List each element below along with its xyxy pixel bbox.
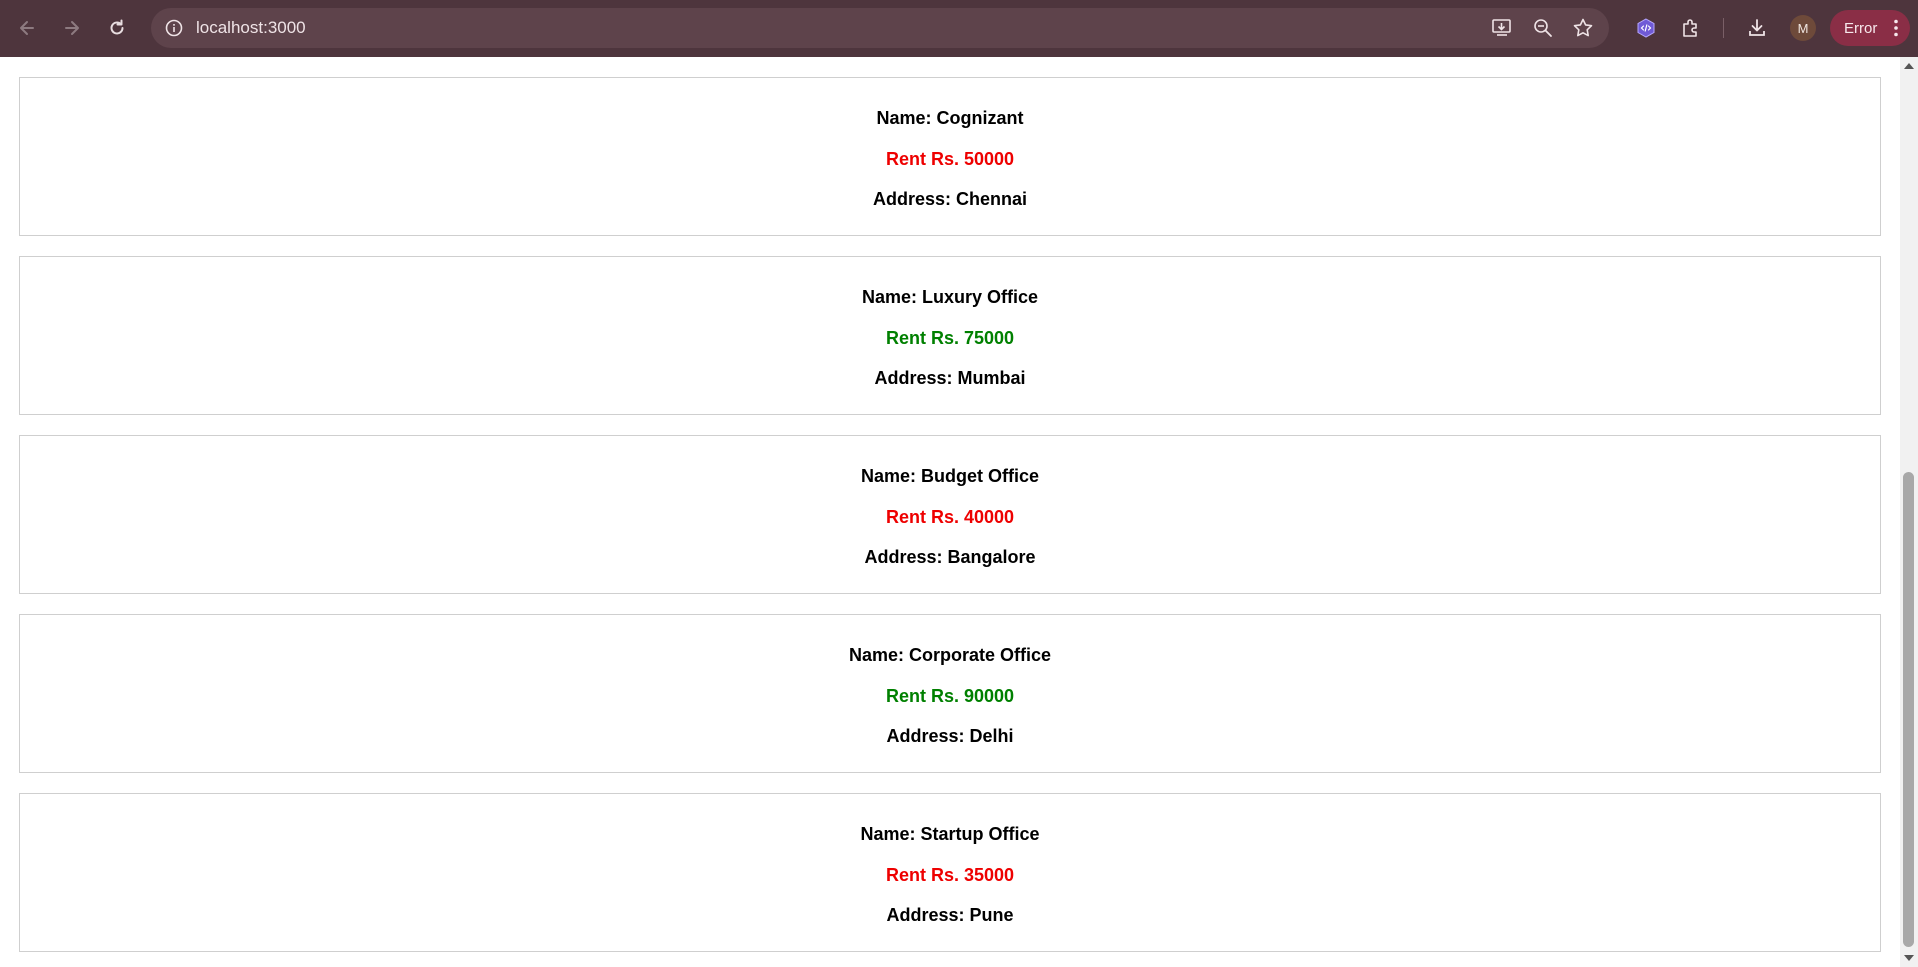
reload-button[interactable] (100, 11, 134, 45)
page-content: Name: Cognizant Rent Rs. 50000 Address: … (0, 57, 1900, 967)
forward-button[interactable] (55, 11, 89, 45)
office-card: Name: Startup Office Rent Rs. 35000 Addr… (19, 793, 1881, 952)
office-rent: Rent Rs. 35000 (885, 865, 1015, 885)
office-address: Address: Mumbai (874, 368, 1026, 388)
toolbar-divider (1723, 18, 1724, 38)
zoom-icon[interactable] (1532, 17, 1554, 39)
office-name: Name: Luxury Office (861, 287, 1039, 307)
more-menu-icon (1894, 19, 1898, 37)
extension-devtools-icon[interactable] (1630, 12, 1662, 44)
scrollbar-thumb[interactable] (1903, 472, 1914, 947)
office-name: Name: Startup Office (860, 824, 1040, 844)
office-address: Address: Bangalore (864, 547, 1036, 567)
vertical-scrollbar[interactable] (1900, 57, 1918, 967)
office-card: Name: Cognizant Rent Rs. 50000 Address: … (19, 77, 1881, 236)
install-app-icon[interactable] (1491, 17, 1513, 39)
address-bar[interactable]: localhost:3000 (151, 8, 1609, 48)
back-button[interactable] (10, 11, 44, 45)
office-address: Address: Chennai (872, 189, 1028, 209)
reload-icon (110, 19, 124, 35)
browser-toolbar: localhost:3000 M Error (0, 0, 1918, 57)
url-text[interactable]: localhost:3000 (196, 18, 306, 38)
scroll-up-arrow-icon[interactable] (1904, 63, 1914, 69)
back-arrow-icon (20, 21, 34, 35)
forward-arrow-icon (65, 21, 79, 35)
site-info-icon[interactable] (163, 17, 185, 39)
office-address: Address: Delhi (886, 726, 1014, 746)
extensions-puzzle-icon[interactable] (1675, 12, 1707, 44)
office-card: Name: Corporate Office Rent Rs. 90000 Ad… (19, 614, 1881, 773)
downloads-icon[interactable] (1741, 12, 1773, 44)
scroll-down-arrow-icon[interactable] (1904, 955, 1914, 961)
office-rent: Rent Rs. 90000 (885, 686, 1015, 706)
profile-avatar[interactable]: M (1790, 15, 1816, 41)
office-address: Address: Pune (886, 905, 1014, 925)
office-name: Name: Budget Office (860, 466, 1040, 486)
office-name: Name: Corporate Office (848, 645, 1052, 665)
office-card: Name: Luxury Office Rent Rs. 75000 Addre… (19, 256, 1881, 415)
office-rent: Rent Rs. 50000 (885, 149, 1015, 169)
bookmark-star-icon[interactable] (1572, 17, 1594, 39)
office-rent: Rent Rs. 40000 (885, 507, 1015, 527)
office-name: Name: Cognizant (876, 108, 1024, 128)
error-menu-button[interactable]: Error (1830, 10, 1910, 46)
office-card: Name: Budget Office Rent Rs. 40000 Addre… (19, 435, 1881, 594)
error-label: Error (1844, 19, 1878, 37)
office-rent: Rent Rs. 75000 (885, 328, 1015, 348)
